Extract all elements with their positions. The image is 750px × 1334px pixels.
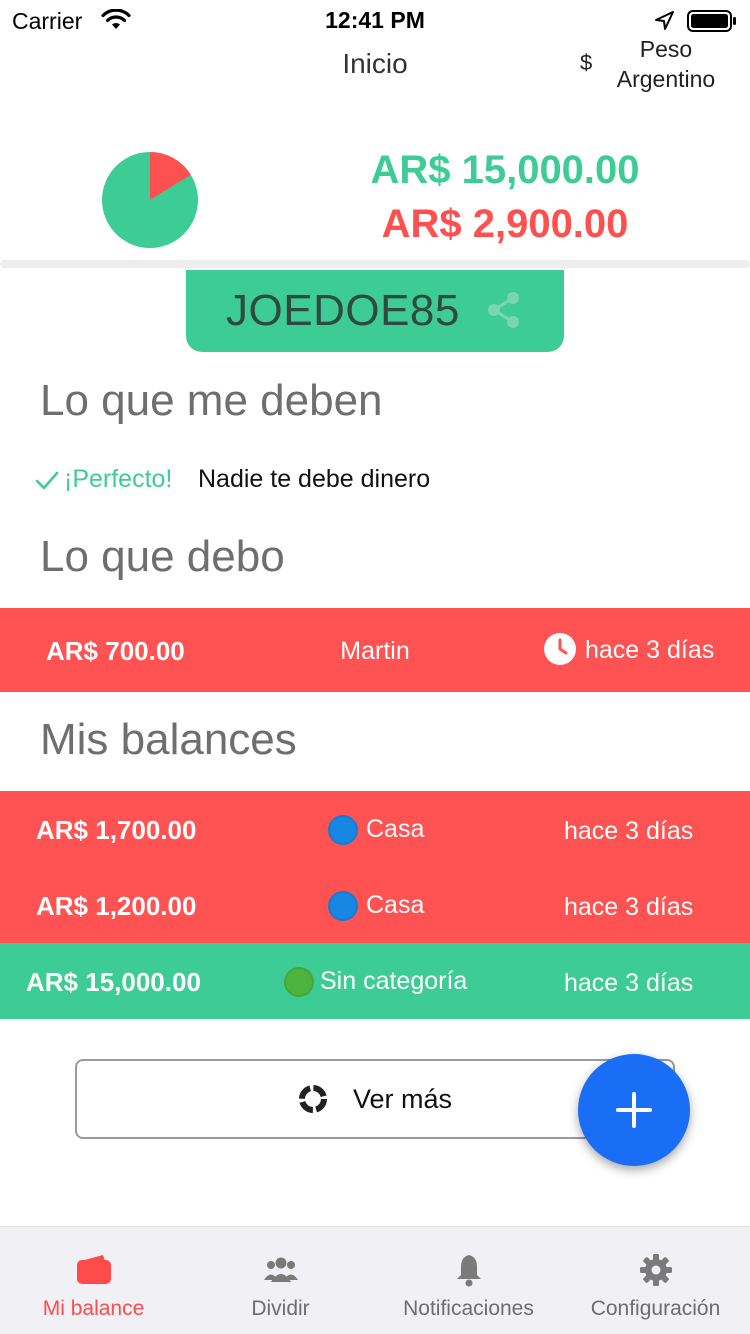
- total-debit: AR$ 2,900.00: [381, 202, 629, 246]
- balances-section-title: Mis balances: [40, 715, 297, 764]
- tab-notificaciones[interactable]: Notificaciones: [375, 1227, 562, 1334]
- category-dot-icon: [284, 967, 314, 997]
- summary-divider: [0, 260, 750, 268]
- balance-row[interactable]: AR$ 1,200.00 Casa hace 3 días: [0, 867, 750, 943]
- username-label: JOEDOE85: [226, 286, 460, 335]
- wallet-icon: [77, 1255, 111, 1284]
- people-icon: [264, 1257, 298, 1282]
- balance-time: hace 3 días: [564, 893, 694, 921]
- battery-icon: [687, 10, 736, 32]
- tab-dividir[interactable]: Dividir: [187, 1227, 374, 1334]
- balances-debit-group: AR$ 1,700.00 Casa hace 3 días AR$ 1,200.…: [0, 791, 750, 943]
- balance-category: Casa: [366, 815, 425, 843]
- tab-configuracion[interactable]: Configuración: [562, 1227, 749, 1334]
- debt-time: hace 3 días: [585, 636, 715, 664]
- balance-amount: AR$ 1,700.00: [36, 815, 197, 845]
- share-icon: [488, 292, 519, 328]
- balance-time: hace 3 días: [564, 969, 694, 997]
- status-time: 12:41 PM: [325, 7, 425, 33]
- balance-time: hace 3 días: [564, 817, 694, 845]
- bell-icon: [457, 1255, 481, 1287]
- plus-icon: [616, 1092, 652, 1128]
- add-expense-fab[interactable]: [578, 1054, 690, 1166]
- bottom-tab-bar: Mi balance Dividir Notificaciones Config…: [0, 1226, 750, 1334]
- category-dot-icon: [328, 815, 358, 845]
- debt-row[interactable]: AR$ 700.00 Martin hace 3 días: [0, 608, 750, 692]
- tab-label: Mi balance: [42, 1297, 145, 1320]
- loading-spinner-icon: [299, 1085, 327, 1113]
- balance-category: Casa: [366, 891, 425, 919]
- debts-section-title: Lo que debo: [40, 532, 285, 581]
- tab-label: Dividir: [251, 1297, 310, 1320]
- check-icon: [35, 471, 59, 490]
- category-dot-icon: [328, 891, 358, 921]
- currency-selector-button[interactable]: $ Peso Argentino: [576, 34, 746, 96]
- share-username-button[interactable]: JOEDOE85: [186, 270, 564, 352]
- currency-label: Peso Argentino: [616, 36, 716, 92]
- balance-amount: AR$ 15,000.00: [26, 967, 201, 997]
- owed-section-title: Lo que me deben: [40, 376, 383, 425]
- balance-row[interactable]: AR$ 15,000.00 Sin categoría hace 3 días: [0, 943, 750, 1019]
- balance-amount: AR$ 1,200.00: [36, 891, 197, 921]
- location-arrow-icon: [655, 11, 674, 30]
- nobody-owes-label: Nadie te debe dinero: [198, 465, 431, 493]
- total-credit: AR$ 15,000.00: [370, 148, 640, 192]
- balance-category: Sin categoría: [320, 967, 468, 995]
- balance-pie-chart: [102, 152, 198, 248]
- tab-label: Notificaciones: [403, 1297, 534, 1320]
- gear-icon: [640, 1254, 672, 1286]
- tab-mi-balance[interactable]: Mi balance: [0, 1227, 187, 1334]
- clock-icon: [544, 633, 576, 665]
- tab-label: Configuración: [590, 1297, 721, 1320]
- perfect-label: ¡Perfecto!: [64, 465, 173, 493]
- balance-row[interactable]: AR$ 1,700.00 Casa hace 3 días: [0, 791, 750, 867]
- see-more-label: Ver más: [353, 1084, 453, 1114]
- dollar-icon: $: [580, 50, 593, 75]
